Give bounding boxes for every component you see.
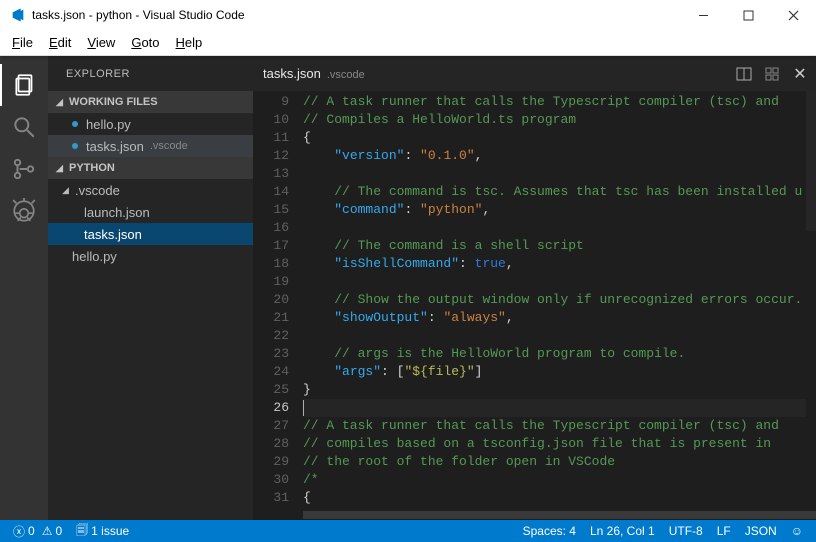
minimize-button[interactable] bbox=[681, 0, 726, 30]
file-sub: .vscode bbox=[150, 140, 188, 152]
activity-git[interactable] bbox=[0, 148, 48, 190]
working-file-item[interactable]: hello.py bbox=[48, 113, 253, 135]
scrollbar-horizontal[interactable] bbox=[253, 510, 816, 520]
activity-explorer[interactable] bbox=[0, 64, 48, 106]
status-language[interactable]: JSON bbox=[740, 520, 782, 542]
status-encoding[interactable]: UTF-8 bbox=[664, 520, 708, 542]
close-editor-icon[interactable]: ✕ bbox=[792, 66, 808, 82]
editor-tabbar: tasks.json .vscode ✕ bbox=[253, 56, 816, 91]
activity-search[interactable] bbox=[0, 106, 48, 148]
more-icon[interactable] bbox=[764, 66, 780, 82]
status-feedback-icon[interactable]: ☺ bbox=[786, 520, 808, 542]
warning-icon: ⚠ bbox=[42, 524, 53, 538]
sidebar-explorer: EXPLORER ◢ WORKING FILES hello.py tasks.… bbox=[48, 56, 253, 520]
file-item[interactable]: launch.json bbox=[48, 201, 253, 223]
section-working-files[interactable]: ◢ WORKING FILES bbox=[48, 91, 253, 113]
vscode-logo-icon bbox=[10, 7, 26, 23]
menu-help[interactable]: Help bbox=[168, 33, 211, 52]
menu-bar: File Edit View Goto Help bbox=[0, 30, 816, 56]
issue-icon: 🗐 bbox=[76, 521, 88, 542]
status-errors[interactable]: ⓧ 0 ⚠ 0 bbox=[8, 520, 67, 542]
file-name: tasks.json bbox=[86, 139, 144, 154]
main-area: EXPLORER ◢ WORKING FILES hello.py tasks.… bbox=[0, 56, 816, 520]
activity-bar bbox=[0, 56, 48, 520]
window-title: tasks.json - python - Visual Studio Code bbox=[32, 8, 245, 22]
file-name: tasks.json bbox=[84, 227, 142, 242]
status-spaces[interactable]: Spaces: 4 bbox=[518, 520, 581, 542]
menu-goto[interactable]: Goto bbox=[123, 33, 167, 52]
window-titlebar: tasks.json - python - Visual Studio Code bbox=[0, 0, 816, 30]
code-editor[interactable]: 9101112131415161718192021222324252627282… bbox=[253, 91, 816, 510]
line-number-gutter: 9101112131415161718192021222324252627282… bbox=[253, 91, 303, 510]
file-name: launch.json bbox=[84, 205, 150, 220]
section-working-files-label: WORKING FILES bbox=[69, 96, 158, 108]
close-button[interactable] bbox=[771, 0, 816, 30]
chevron-down-icon: ◢ bbox=[56, 97, 66, 108]
split-editor-icon[interactable] bbox=[736, 66, 752, 82]
tab-subpath: .vscode bbox=[327, 69, 365, 81]
menu-file[interactable]: File bbox=[4, 33, 41, 52]
section-project[interactable]: ◢ PYTHON bbox=[48, 157, 253, 179]
chevron-down-icon: ◢ bbox=[62, 185, 72, 196]
sidebar-title: EXPLORER bbox=[48, 56, 253, 91]
working-files-list: hello.py tasks.json .vscode bbox=[48, 113, 253, 157]
folder-item[interactable]: ◢ .vscode bbox=[48, 179, 253, 201]
file-name: hello.py bbox=[86, 117, 131, 132]
menu-view[interactable]: View bbox=[79, 33, 123, 52]
status-issues[interactable]: 🗐 1 issue bbox=[71, 520, 134, 542]
tab-filename: tasks.json bbox=[263, 66, 321, 81]
editor-tab[interactable]: tasks.json .vscode bbox=[263, 66, 365, 81]
menu-edit[interactable]: Edit bbox=[41, 33, 79, 52]
file-item[interactable]: hello.py bbox=[48, 245, 253, 267]
file-item[interactable]: tasks.json bbox=[48, 223, 253, 245]
working-file-item[interactable]: tasks.json .vscode bbox=[48, 135, 253, 157]
error-icon: ⓧ bbox=[13, 523, 25, 540]
editor-area: tasks.json .vscode ✕ 9101112131415161718… bbox=[253, 56, 816, 520]
dirty-icon bbox=[72, 121, 78, 127]
chevron-down-icon: ◢ bbox=[56, 163, 66, 174]
file-name: hello.py bbox=[72, 249, 117, 264]
activity-debug[interactable] bbox=[0, 190, 48, 232]
status-eol[interactable]: LF bbox=[712, 520, 736, 542]
folder-name: .vscode bbox=[75, 183, 120, 198]
scrollbar-thumb[interactable] bbox=[303, 511, 816, 519]
section-project-label: PYTHON bbox=[69, 162, 115, 174]
code-content[interactable]: // A task runner that calls the Typescri… bbox=[303, 91, 816, 510]
status-bar: ⓧ 0 ⚠ 0 🗐 1 issue Spaces: 4 Ln 26, Col 1… bbox=[0, 520, 816, 542]
maximize-button[interactable] bbox=[726, 0, 771, 30]
dirty-icon bbox=[72, 143, 78, 149]
scrollbar-thumb[interactable] bbox=[806, 91, 816, 231]
status-cursor-pos[interactable]: Ln 26, Col 1 bbox=[585, 520, 660, 542]
scrollbar-vertical[interactable] bbox=[806, 91, 816, 510]
project-tree: ◢ .vscode launch.json tasks.json hello.p… bbox=[48, 179, 253, 267]
